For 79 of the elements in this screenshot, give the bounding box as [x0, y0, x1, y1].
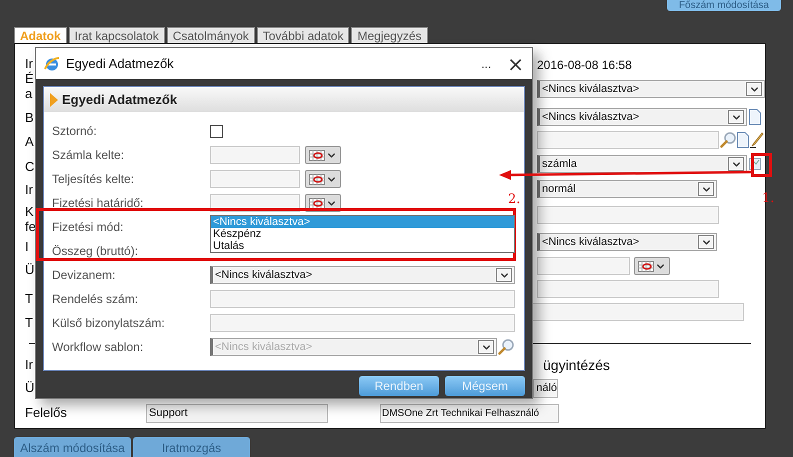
calendar-button[interactable]	[305, 170, 341, 188]
calendar-icon	[309, 198, 325, 208]
field-label: Ir	[25, 357, 33, 372]
field-label: fe	[25, 219, 36, 234]
dropdown-button[interactable]	[698, 182, 714, 196]
field-label: Workflow sablon:	[52, 339, 144, 356]
field-label: Ü	[25, 380, 34, 395]
field-label: a	[25, 86, 32, 101]
field-label: T	[25, 291, 33, 306]
calendar-icon	[309, 174, 325, 184]
field-label: É	[25, 71, 34, 86]
tab[interactable]: Irat kapcsolatok	[68, 27, 165, 43]
select-field[interactable]: számla	[537, 155, 747, 173]
select-field[interactable]: normál	[537, 180, 717, 198]
text-field[interactable]	[537, 131, 719, 149]
field-label: C	[25, 159, 34, 174]
field-label: Összeg (bruttó):	[52, 243, 140, 260]
text-field[interactable]	[530, 303, 744, 321]
field-label: Ü	[25, 262, 34, 277]
owner-field: Support	[146, 404, 328, 422]
field-label: A	[25, 134, 34, 149]
field-label: I	[25, 239, 29, 254]
field-label: Fizetési mód:	[52, 219, 124, 236]
text-field[interactable]	[537, 257, 630, 275]
highlight-frame	[751, 153, 772, 177]
field-label: B	[25, 110, 34, 125]
field-label: Felelős	[25, 405, 67, 420]
select-field[interactable]: <Nincs kiválasztva>	[537, 108, 747, 126]
text-field[interactable]	[210, 290, 515, 308]
panel-title: Egyedi Adatmezők	[62, 90, 178, 109]
text-field[interactable]	[537, 280, 719, 298]
field-label: Sztornó:	[52, 123, 98, 140]
tab[interactable]: Megjegyzés	[351, 27, 428, 43]
calendar-icon	[638, 260, 654, 272]
dropdown-button[interactable]	[698, 235, 714, 249]
tab[interactable]: Csatolmányok	[166, 27, 255, 43]
date-text: 2016-08-08 16:58	[537, 58, 632, 72]
triangle-icon	[50, 92, 58, 106]
field-label: Fizetési határidő:	[52, 195, 144, 212]
calendar-icon	[309, 150, 325, 160]
field-label: Számla kelte:	[52, 147, 126, 164]
text-field[interactable]	[210, 170, 300, 188]
section-title: ügyintézés	[543, 356, 610, 375]
annotation-number: 2.	[508, 191, 520, 209]
text-field[interactable]	[210, 314, 515, 332]
dropdown-button[interactable]	[746, 82, 762, 96]
dropdown-option[interactable]: Utalás	[211, 240, 514, 252]
pencil-icon[interactable]	[750, 132, 764, 148]
calendar-button[interactable]	[634, 257, 670, 275]
user-field: DMSOne Zrt Technikai Felhasználó	[380, 404, 559, 422]
field-label: Ir	[25, 182, 33, 197]
more-button[interactable]: ...	[481, 54, 492, 72]
dropdown-button[interactable]	[728, 110, 744, 124]
close-button[interactable]: ×	[507, 54, 524, 72]
checkbox[interactable]	[210, 124, 223, 138]
field-label: Devizanem:	[52, 267, 116, 284]
calendar-button[interactable]	[305, 146, 341, 164]
field-label: Ir	[25, 56, 33, 71]
main-number-edit-button[interactable]: Főszám módosítása	[666, 0, 781, 11]
dropdown-button[interactable]	[496, 268, 512, 282]
text-field[interactable]	[210, 146, 300, 164]
browser-icon	[44, 56, 60, 72]
field-label: T	[25, 315, 33, 330]
field-label: Teljesítés kelte:	[52, 171, 136, 188]
field-label: K	[25, 204, 34, 219]
search-icon[interactable]	[720, 132, 736, 148]
dropdown-option[interactable]: Készpénz	[211, 228, 514, 240]
window-title: Egyedi Adatmezők	[66, 54, 174, 73]
user-field: náló	[533, 378, 558, 398]
select-field[interactable]: <Nincs kiválasztva>	[210, 266, 515, 284]
dropdown-option[interactable]: <Nincs kiválasztva>	[211, 216, 514, 228]
text-field[interactable]	[537, 206, 719, 224]
field-label: Rendelés szám:	[52, 291, 140, 308]
document-icon[interactable]	[749, 109, 761, 125]
dropdown-button[interactable]	[728, 157, 744, 171]
field-label: Külső bizonylatszám:	[52, 315, 166, 332]
select-field[interactable]: <Nincs kiválasztva>	[537, 80, 765, 98]
tab[interactable]: További adatok	[256, 27, 350, 43]
select-field[interactable]: <Nincs kiválasztva>	[537, 233, 717, 251]
